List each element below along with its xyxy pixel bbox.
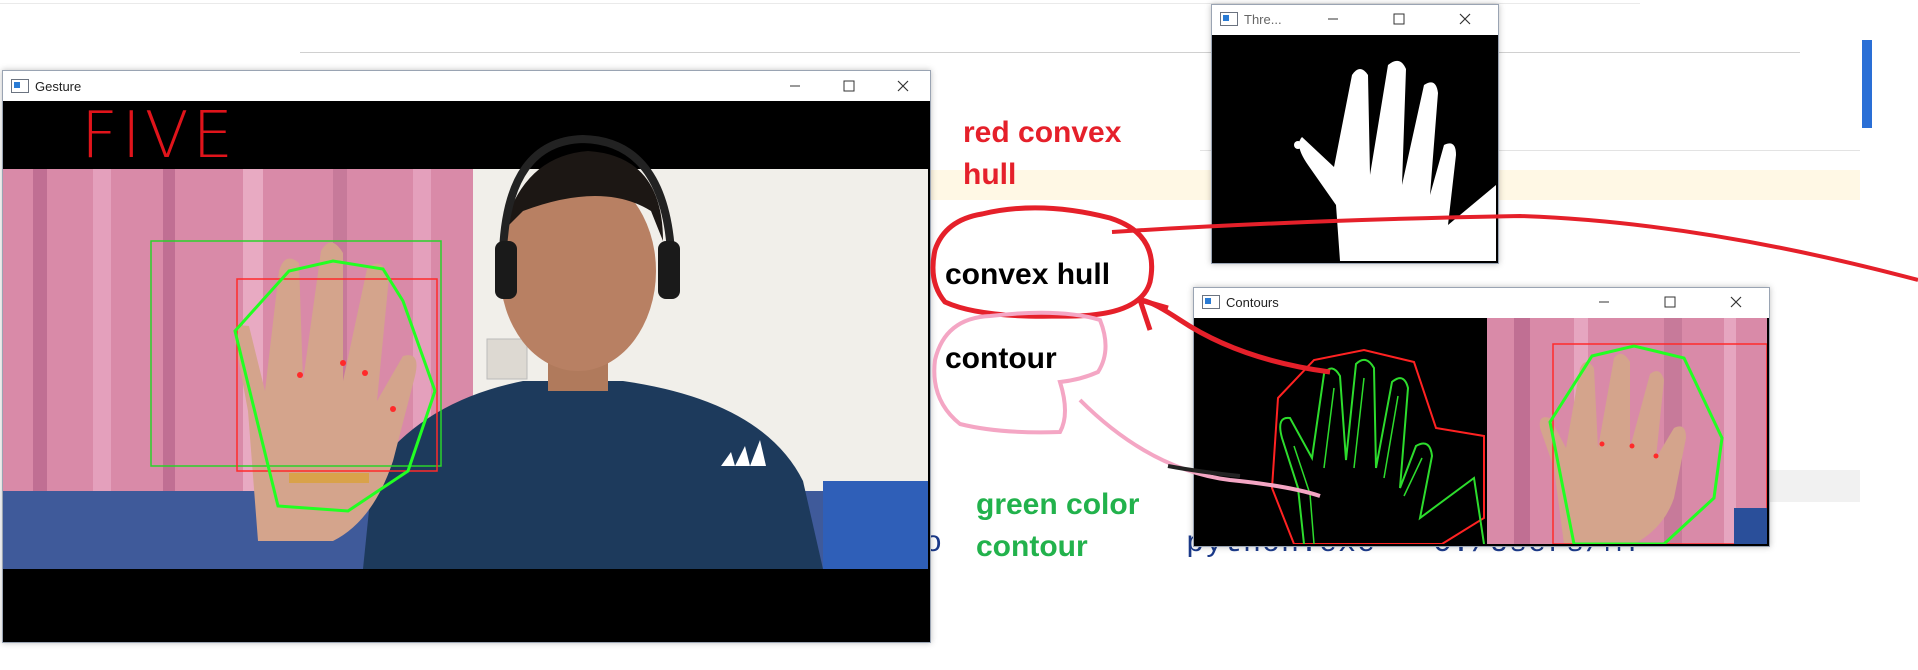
threshold-title: Thre...: [1244, 11, 1282, 27]
bg-divider-2: [300, 52, 1800, 53]
contours-image: [1194, 318, 1769, 546]
threshold-window[interactable]: Thre...: [1211, 4, 1499, 264]
contours-titlebar[interactable]: Contours: [1194, 288, 1769, 316]
webcam-scene: [3, 101, 928, 641]
close-icon: [1730, 296, 1742, 308]
threshold-image: [1212, 35, 1498, 263]
app-icon: [11, 79, 29, 93]
red-arrowhead: [1137, 297, 1169, 331]
gesture-label: FIVE: [81, 99, 237, 173]
contours-title: Contours: [1226, 294, 1279, 310]
close-button[interactable]: [1703, 288, 1769, 316]
hand-mask: [1212, 35, 1496, 261]
maximize-icon: [843, 80, 855, 92]
app-icon: [1220, 12, 1238, 26]
close-icon: [897, 80, 909, 92]
green-contour-label: green color contour: [976, 488, 1140, 563]
contour-label: contour: [945, 342, 1057, 375]
gesture-titlebar[interactable]: Gesture: [3, 71, 930, 101]
threshold-titlebar[interactable]: Thre...: [1212, 5, 1498, 33]
contours-scene: [1194, 318, 1767, 544]
minimize-icon: [790, 85, 800, 87]
minimize-button[interactable]: [1571, 288, 1637, 316]
contours-window[interactable]: Contours: [1193, 287, 1770, 547]
red-hull-label: red convex hull: [963, 116, 1122, 191]
gesture-window[interactable]: Gesture FIVE: [2, 70, 931, 643]
app-icon: [1202, 295, 1220, 309]
maximize-button[interactable]: [1366, 5, 1432, 33]
maximize-icon: [1393, 13, 1405, 25]
maximize-icon: [1664, 296, 1676, 308]
close-icon: [1459, 13, 1471, 25]
minimize-icon: [1599, 301, 1609, 303]
maximize-button[interactable]: [1637, 288, 1703, 316]
maximize-button[interactable]: [822, 72, 876, 100]
minimize-icon: [1328, 18, 1338, 20]
close-button[interactable]: [1432, 5, 1498, 33]
close-button[interactable]: [876, 72, 930, 100]
gesture-frame: FIVE: [3, 99, 930, 642]
minimize-button[interactable]: [1300, 5, 1366, 33]
bg-scrollbar: [1862, 40, 1872, 128]
gesture-title: Gesture: [35, 78, 82, 94]
minimize-button[interactable]: [768, 72, 822, 100]
convex-hull-label: convex hull: [945, 258, 1111, 291]
